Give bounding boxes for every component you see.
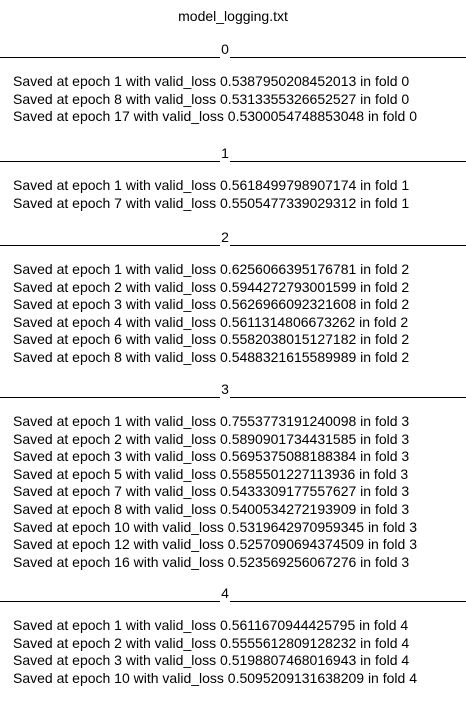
separator-rule-right bbox=[230, 245, 466, 246]
fold-separator: 1 bbox=[0, 144, 466, 164]
log-line: Saved at epoch 1 with valid_loss 0.62560… bbox=[13, 261, 410, 277]
log-line: Saved at epoch 7 with valid_loss 0.55054… bbox=[13, 194, 410, 211]
log-line: Saved at epoch 4 with valid_loss 0.56113… bbox=[13, 313, 409, 330]
log-line: Saved at epoch 2 with valid_loss 0.55556… bbox=[13, 634, 410, 651]
log-line: Saved at epoch 10 with valid_loss 0.5095… bbox=[13, 669, 417, 686]
fold-number: 1 bbox=[221, 145, 229, 161]
log-line: Saved at epoch 8 with valid_loss 0.54005… bbox=[13, 500, 410, 517]
separator-rule-right bbox=[230, 57, 466, 58]
fold-section-0: 0 Saved at epoch 1 with valid_loss 0.5387… bbox=[0, 40, 466, 126]
fold-section-2: 2 Saved at epoch 1 with valid_loss 0.6256… bbox=[0, 228, 466, 367]
fold-separator: 2 bbox=[0, 228, 466, 248]
log-line: Saved at epoch 5 with valid_loss 0.55855… bbox=[13, 465, 409, 482]
log-line: Saved at epoch 6 with valid_loss 0.55820… bbox=[13, 331, 410, 348]
separator-rule-left bbox=[0, 601, 220, 602]
document-title: model_logging.txt bbox=[178, 8, 288, 24]
log-line: Saved at epoch 12 with valid_loss 0.5257… bbox=[13, 536, 417, 553]
log-lines: Saved at epoch 1 with valid_loss 0.62560… bbox=[0, 261, 466, 367]
fold-separator: 0 bbox=[0, 40, 466, 60]
fold-number: 4 bbox=[221, 585, 229, 601]
separator-rule-left bbox=[0, 57, 220, 58]
fold-section-3: 3 Saved at epoch 1 with valid_loss 0.7553… bbox=[0, 380, 466, 571]
log-line: Saved at epoch 3 with valid_loss 0.56953… bbox=[13, 448, 410, 465]
separator-rule-right bbox=[230, 397, 466, 398]
log-line: Saved at epoch 17 with valid_loss 0.5300… bbox=[13, 108, 417, 125]
log-lines: Saved at epoch 1 with valid_loss 0.75537… bbox=[0, 413, 466, 571]
log-line: Saved at epoch 1 with valid_loss 0.75537… bbox=[13, 413, 410, 429]
log-line: Saved at epoch 1 with valid_loss 0.56184… bbox=[13, 177, 410, 193]
log-line: Saved at epoch 2 with valid_loss 0.59442… bbox=[13, 278, 410, 295]
log-line: Saved at epoch 7 with valid_loss 0.54333… bbox=[13, 483, 410, 500]
separator-rule-left bbox=[0, 397, 220, 398]
log-line: Saved at epoch 3 with valid_loss 0.51988… bbox=[13, 652, 410, 669]
fold-section-4: 4 Saved at epoch 1 with valid_loss 0.5611… bbox=[0, 584, 466, 687]
fold-number: 3 bbox=[221, 381, 229, 397]
separator-rule-left bbox=[0, 245, 220, 246]
log-line: Saved at epoch 1 with valid_loss 0.53879… bbox=[13, 73, 410, 89]
log-line: Saved at epoch 8 with valid_loss 0.54883… bbox=[13, 348, 410, 365]
separator-rule-right bbox=[230, 161, 466, 162]
log-line: Saved at epoch 8 with valid_loss 0.53133… bbox=[13, 90, 410, 107]
log-line: Saved at epoch 3 with valid_loss 0.56269… bbox=[13, 296, 410, 313]
fold-number: 2 bbox=[221, 229, 229, 245]
fold-separator: 4 bbox=[0, 584, 466, 604]
separator-rule-right bbox=[230, 601, 466, 602]
log-lines: Saved at epoch 1 with valid_loss 0.56184… bbox=[0, 177, 466, 212]
fold-number: 0 bbox=[221, 41, 229, 57]
separator-rule-left bbox=[0, 161, 220, 162]
log-line: Saved at epoch 10 with valid_loss 0.5319… bbox=[13, 518, 417, 535]
log-line: Saved at epoch 1 with valid_loss 0.56116… bbox=[13, 617, 409, 633]
log-lines: Saved at epoch 1 with valid_loss 0.53879… bbox=[0, 73, 466, 126]
log-line: Saved at epoch 16 with valid_loss 0.5235… bbox=[13, 553, 410, 570]
log-lines: Saved at epoch 1 with valid_loss 0.56116… bbox=[0, 617, 466, 687]
fold-separator: 3 bbox=[0, 380, 466, 400]
fold-section-1: 1 Saved at epoch 1 with valid_loss 0.5618… bbox=[0, 144, 466, 212]
log-line: Saved at epoch 2 with valid_loss 0.58909… bbox=[13, 430, 410, 447]
